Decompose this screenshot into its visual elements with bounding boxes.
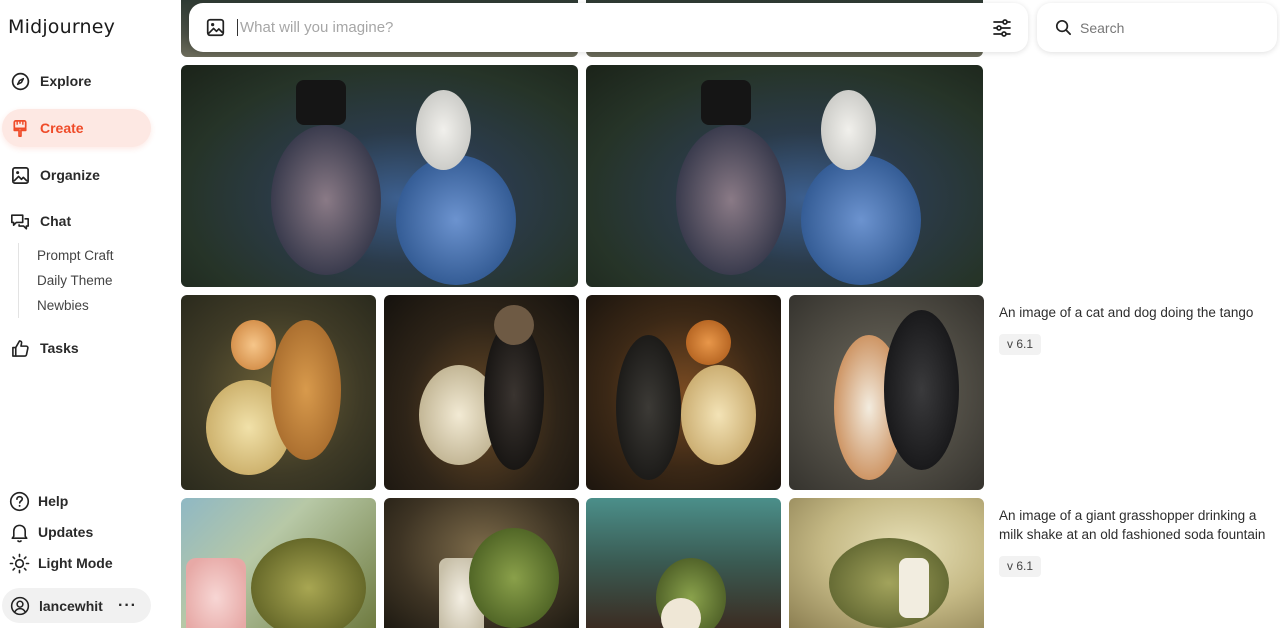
gallery-image[interactable] bbox=[586, 295, 781, 490]
gallery-image[interactable] bbox=[789, 498, 984, 628]
imagine-input[interactable] bbox=[237, 19, 937, 36]
gallery-image[interactable] bbox=[789, 295, 984, 490]
sun-icon bbox=[8, 552, 30, 574]
prompt-caption[interactable]: An image of a giant grasshopper drinking… bbox=[999, 506, 1274, 544]
username: lancewhit bbox=[39, 597, 103, 614]
nav-organize[interactable]: Organize bbox=[2, 156, 151, 194]
light-mode-toggle[interactable]: Light Mode bbox=[8, 552, 113, 574]
gallery-image[interactable] bbox=[586, 65, 983, 287]
nav-explore-label: Explore bbox=[40, 73, 92, 89]
updates-label: Updates bbox=[38, 524, 94, 540]
nav-tasks-label: Tasks bbox=[40, 340, 79, 356]
image-upload-icon[interactable] bbox=[205, 18, 225, 38]
nav-chat-label: Chat bbox=[40, 213, 72, 229]
gallery-image[interactable] bbox=[181, 65, 578, 287]
help-label: Help bbox=[38, 493, 69, 509]
user-menu[interactable]: lancewhit ··· bbox=[2, 588, 151, 623]
help-icon bbox=[8, 490, 30, 512]
avatar-icon bbox=[9, 595, 31, 617]
light-mode-label: Light Mode bbox=[38, 555, 113, 571]
nav-explore[interactable]: Explore bbox=[2, 62, 151, 100]
prompt-caption[interactable]: An image of a cat and dog doing the tang… bbox=[999, 303, 1274, 322]
gallery-image[interactable] bbox=[181, 498, 376, 628]
sidebar: Midjourney Explore Create Organize Chat … bbox=[0, 0, 170, 628]
settings-sliders-icon[interactable] bbox=[992, 18, 1012, 38]
thumbs-up-icon bbox=[10, 338, 30, 358]
chat-icon bbox=[10, 211, 30, 231]
search-bar[interactable] bbox=[1037, 3, 1277, 52]
app-logo[interactable]: Midjourney bbox=[8, 16, 115, 38]
more-options-button[interactable]: ··· bbox=[118, 597, 137, 615]
channel-prompt-craft[interactable]: Prompt Craft bbox=[37, 243, 114, 268]
search-icon bbox=[1054, 19, 1072, 37]
channel-newbies[interactable]: Newbies bbox=[37, 293, 114, 318]
updates-link[interactable]: Updates bbox=[8, 521, 93, 543]
nav-create[interactable]: Create bbox=[2, 109, 151, 147]
compass-icon bbox=[10, 71, 30, 91]
gallery-image[interactable] bbox=[181, 295, 376, 490]
nav-organize-label: Organize bbox=[40, 167, 100, 183]
image-icon bbox=[10, 165, 30, 185]
nav-create-label: Create bbox=[40, 120, 84, 136]
channel-daily-theme[interactable]: Daily Theme bbox=[37, 268, 114, 293]
gallery-image[interactable] bbox=[384, 295, 579, 490]
version-badge[interactable]: v 6.1 bbox=[999, 556, 1042, 577]
gallery-image[interactable] bbox=[384, 498, 579, 628]
version-badge[interactable]: v 6.1 bbox=[999, 334, 1042, 355]
chat-channel-list: Prompt Craft Daily Theme Newbies bbox=[18, 243, 114, 318]
search-input[interactable] bbox=[1080, 19, 1270, 36]
brush-icon bbox=[10, 118, 30, 138]
imagine-bar[interactable] bbox=[189, 3, 1028, 52]
help-link[interactable]: Help bbox=[8, 490, 68, 512]
bell-icon bbox=[8, 521, 30, 543]
nav-chat[interactable]: Chat bbox=[2, 202, 151, 240]
gallery-image[interactable] bbox=[586, 498, 781, 628]
nav-tasks[interactable]: Tasks bbox=[2, 329, 151, 367]
